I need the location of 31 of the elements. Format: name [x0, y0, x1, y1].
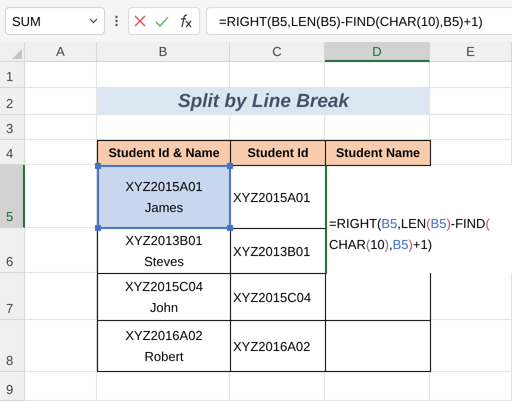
- empty-cell[interactable]: [430, 372, 512, 401]
- table-cell: XYZ2016A02 Robert: [97, 320, 231, 372]
- sheet-title: Split by Line Break: [97, 88, 430, 115]
- column-header[interactable]: B: [97, 42, 230, 62]
- row-header[interactable]: 9: [0, 372, 25, 401]
- check-icon[interactable]: [154, 16, 169, 26]
- row-header[interactable]: 2: [0, 88, 25, 115]
- row-header[interactable]: 6: [0, 228, 25, 273]
- column-header[interactable]: D: [325, 42, 430, 62]
- row-header[interactable]: 7: [0, 273, 25, 320]
- table-header: Student Id: [230, 140, 326, 166]
- empty-cell[interactable]: [430, 62, 512, 88]
- table-header: Student Name: [325, 140, 431, 166]
- row-header[interactable]: 1: [0, 62, 25, 88]
- table-cell: XYZ2015A01 James: [97, 165, 231, 229]
- function-icon[interactable]: [178, 14, 194, 28]
- chevron-down-icon: [89, 18, 98, 24]
- more-vertical-icon: [115, 15, 118, 27]
- row-header[interactable]: 4: [0, 140, 25, 165]
- cancel-icon[interactable]: [134, 15, 146, 27]
- formula-input[interactable]: =RIGHT(B5,LEN(B5)-FIND(CHAR(10),B5)+1): [206, 7, 512, 35]
- row-header[interactable]: 3: [0, 115, 25, 140]
- name-box[interactable]: SUM: [5, 7, 105, 35]
- column-header[interactable]: A: [25, 42, 97, 62]
- select-all-icon: [12, 49, 22, 59]
- empty-cell[interactable]: [430, 115, 512, 140]
- row-header[interactable]: 8: [0, 320, 25, 372]
- row-header[interactable]: 5: [0, 165, 25, 228]
- table-header: Student Id & Name: [97, 140, 231, 166]
- column-header[interactable]: C: [230, 42, 325, 62]
- column-header[interactable]: E: [430, 42, 512, 62]
